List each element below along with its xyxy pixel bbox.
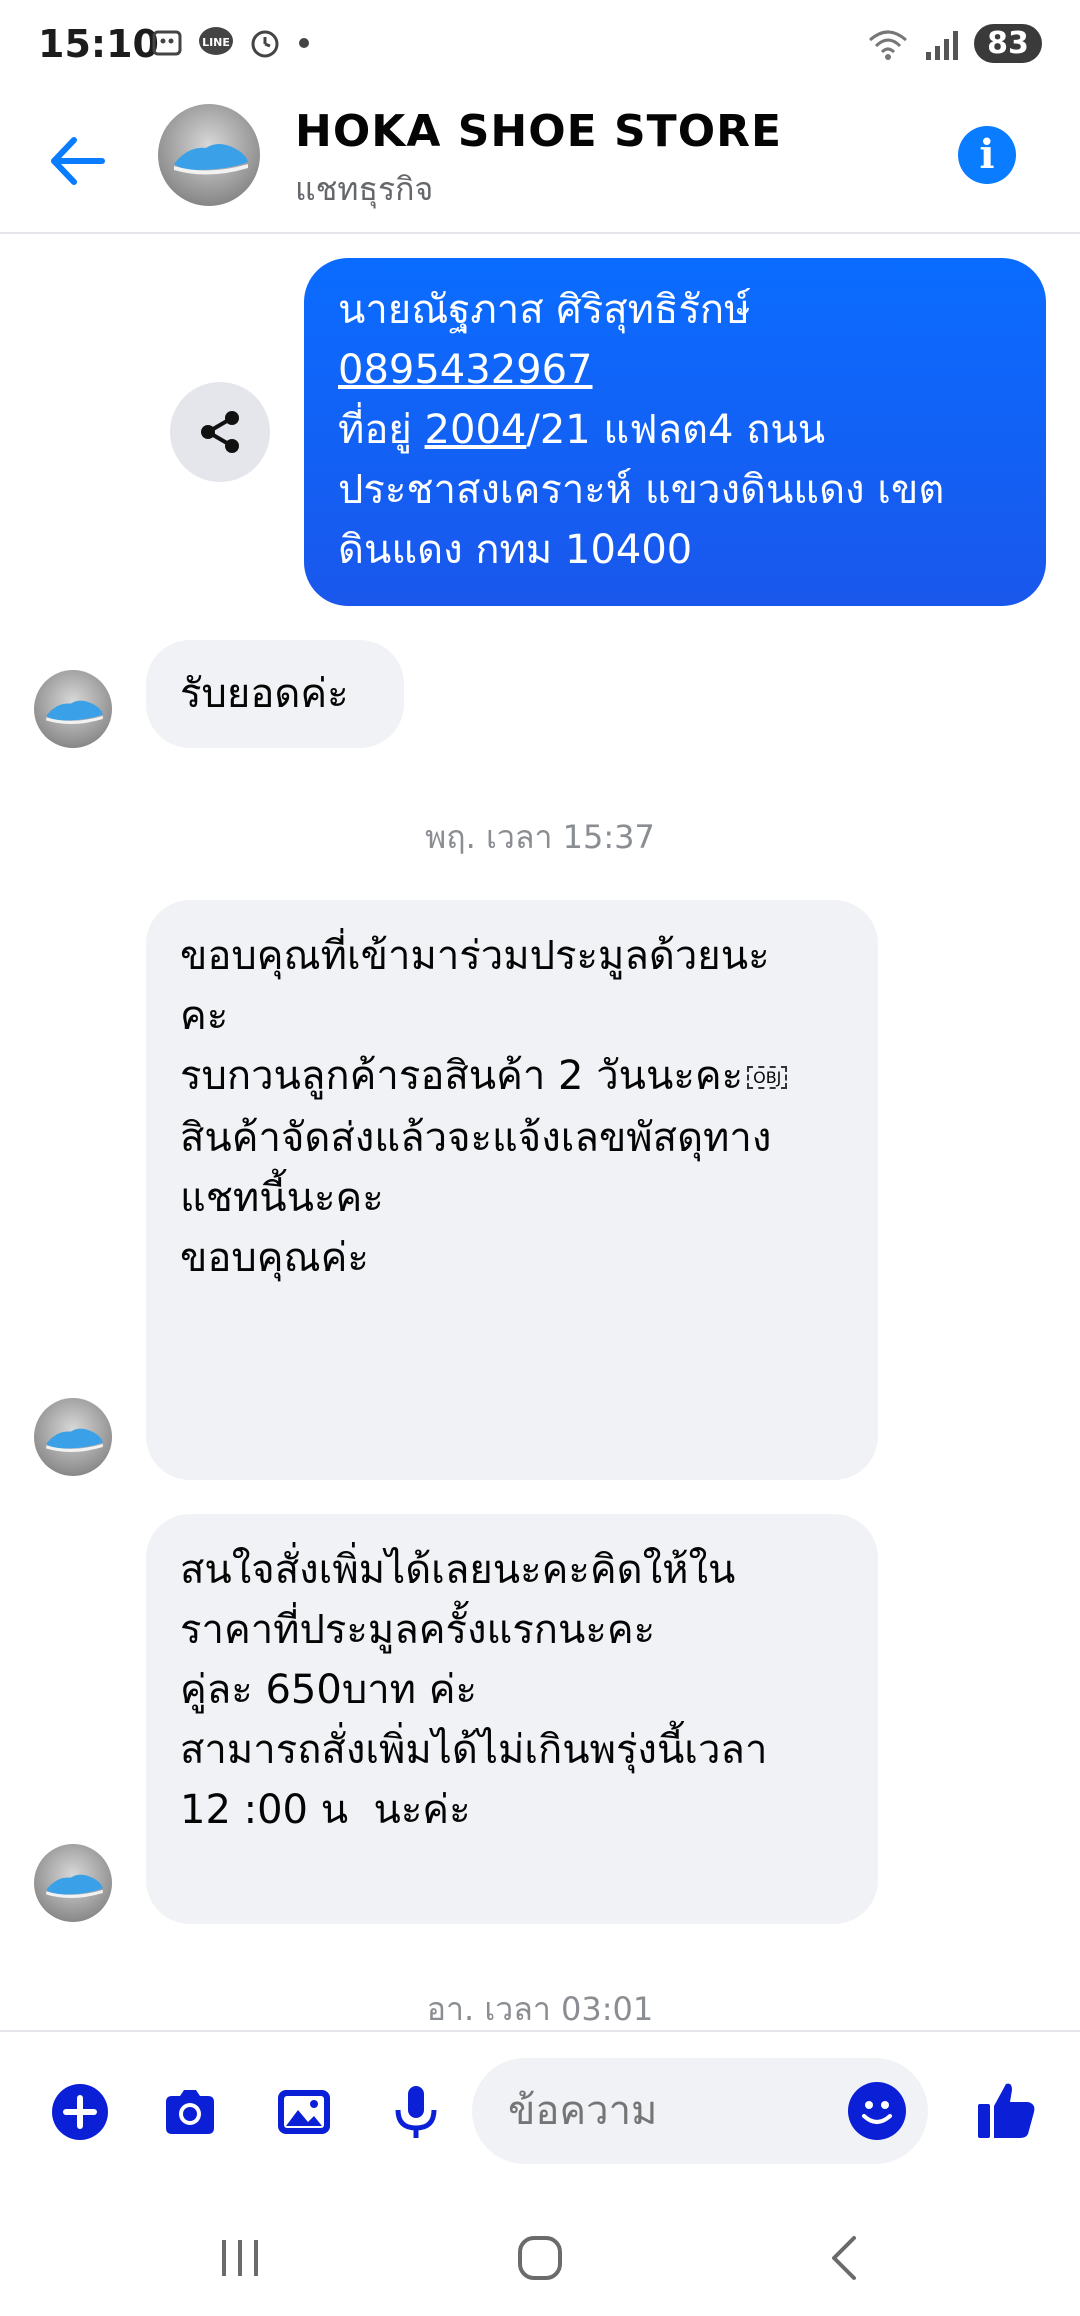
line-icon: LINE (199, 27, 233, 55)
store-avatar-small[interactable] (34, 1398, 112, 1476)
message-text: รบกวนลูกค้ารอสินค้า 2 วันนะคะ (180, 1053, 744, 1099)
message-line: ดินแดง กทม 10400 (338, 527, 693, 573)
message-text: /21 แฟลต4 ถนน (526, 407, 826, 453)
message-line: ประชาสงเคราะห์ แขวงดินแดง เขต (338, 467, 945, 513)
emoji-icon[interactable] (848, 2082, 906, 2140)
address-link[interactable]: 2004 (425, 407, 527, 453)
battery-indicator: 83 (974, 24, 1042, 63)
obj-glyph: OBJ (747, 1066, 788, 1089)
timestamp: อา. เวลา 03:01 (426, 1990, 654, 2028)
share-button[interactable] (170, 382, 270, 482)
outgoing-message[interactable]: นายณัฐภาส ศิริสุทธิรักษ์ 0895432967 ที่อ… (304, 258, 1046, 606)
wifi-icon (869, 30, 907, 60)
message-line: สามารถสั่งเพิ่มได้ไม่เกินพรุ่งนี้เวลา (180, 1727, 768, 1773)
message-line: คู่ละ 650บาท ค่ะ (180, 1667, 477, 1713)
status-time: 15:10 (38, 22, 159, 66)
share-icon (201, 411, 239, 453)
incoming-message[interactable]: รับยอดค่ะ (146, 640, 404, 748)
chat-subtitle: แชทธุรกิจ (295, 170, 434, 208)
dot-icon (299, 38, 309, 48)
message-line: สินค้าจัดส่งแล้วจะแจ้งเลขพัสดุทาง (180, 1115, 772, 1161)
message-composer (0, 2030, 1080, 2190)
svg-text:LINE: LINE (202, 36, 230, 49)
message-input-container[interactable] (472, 2058, 928, 2164)
microphone-icon[interactable] (386, 2082, 446, 2142)
back-arrow-icon[interactable] (44, 126, 114, 196)
store-avatar-small[interactable] (34, 670, 112, 748)
incoming-message[interactable]: สนใจสั่งเพิ่มได้เลยนะคะคิดให้ใน ราคาที่ป… (146, 1514, 878, 1924)
message-line: ราคาที่ประมูลครั้งแรกนะคะ (180, 1607, 656, 1653)
shoe-icon (46, 1874, 103, 1898)
message-line: ขอบคุณค่ะ (180, 1235, 369, 1281)
status-bar: 15:10 LINE 83 (0, 0, 1080, 92)
message-text: ที่อยู่ (338, 407, 425, 453)
shoe-icon (174, 144, 248, 175)
message-line: นายณัฐภาส ศิริสุทธิรักษ์ (338, 287, 751, 333)
timestamp: พฤ. เวลา 15:37 (425, 818, 655, 856)
message-line: แชทนี้นะคะ (180, 1175, 384, 1221)
store-avatar-small[interactable] (34, 1844, 112, 1922)
system-navigation-bar (0, 2188, 1080, 2316)
message-line: สนใจสั่งเพิ่มได้เลยนะคะคิดให้ใน (180, 1547, 736, 1593)
recent-apps-icon[interactable] (210, 2228, 270, 2288)
status-right: 83 (866, 24, 1042, 63)
screenshot-icon (152, 30, 182, 56)
message-line: ที่อยู่ 2004/21 แฟลต4 ถนน (338, 400, 1012, 460)
message-line: คะ (180, 993, 229, 1039)
back-icon[interactable] (816, 2228, 876, 2288)
smiley-face-icon (862, 2101, 892, 2124)
alarm-icon (251, 30, 279, 58)
incoming-message[interactable]: ขอบคุณที่เข้ามาร่วมประมูลด้วยนะ คะ รบกวน… (146, 900, 878, 1480)
store-avatar[interactable] (158, 104, 260, 206)
phone-link[interactable]: 0895432967 (338, 340, 1012, 400)
status-icons: LINE (150, 26, 312, 60)
info-icon[interactable]: i (958, 126, 1016, 184)
thumbs-up-icon[interactable] (974, 2078, 1038, 2142)
message-line: ขอบคุณที่เข้ามาร่วมประมูลด้วยนะ (180, 933, 770, 979)
chat-header: HOKA SHOE STORE แชทธุรกิจ i (0, 92, 1080, 234)
chat-thread[interactable]: นายณัฐภาส ศิริสุทธิรักษ์ 0895432967 ที่อ… (0, 232, 1080, 2032)
camera-icon[interactable] (160, 2082, 220, 2142)
message-line: รบกวนลูกค้ารอสินค้า 2 วันนะคะ OBJ (180, 1046, 844, 1108)
chat-title: HOKA SHOE STORE (295, 106, 783, 157)
message-input[interactable] (506, 2082, 810, 2140)
shoe-icon (46, 700, 103, 724)
home-icon[interactable] (510, 2228, 570, 2288)
plus-circle-icon[interactable] (50, 2082, 110, 2142)
signal-icon (926, 30, 958, 60)
shoe-icon (46, 1428, 103, 1452)
message-text: รับยอดค่ะ (180, 671, 349, 717)
gallery-icon[interactable] (274, 2082, 334, 2142)
message-line: 12 :00 น นะค่ะ (180, 1787, 471, 1833)
